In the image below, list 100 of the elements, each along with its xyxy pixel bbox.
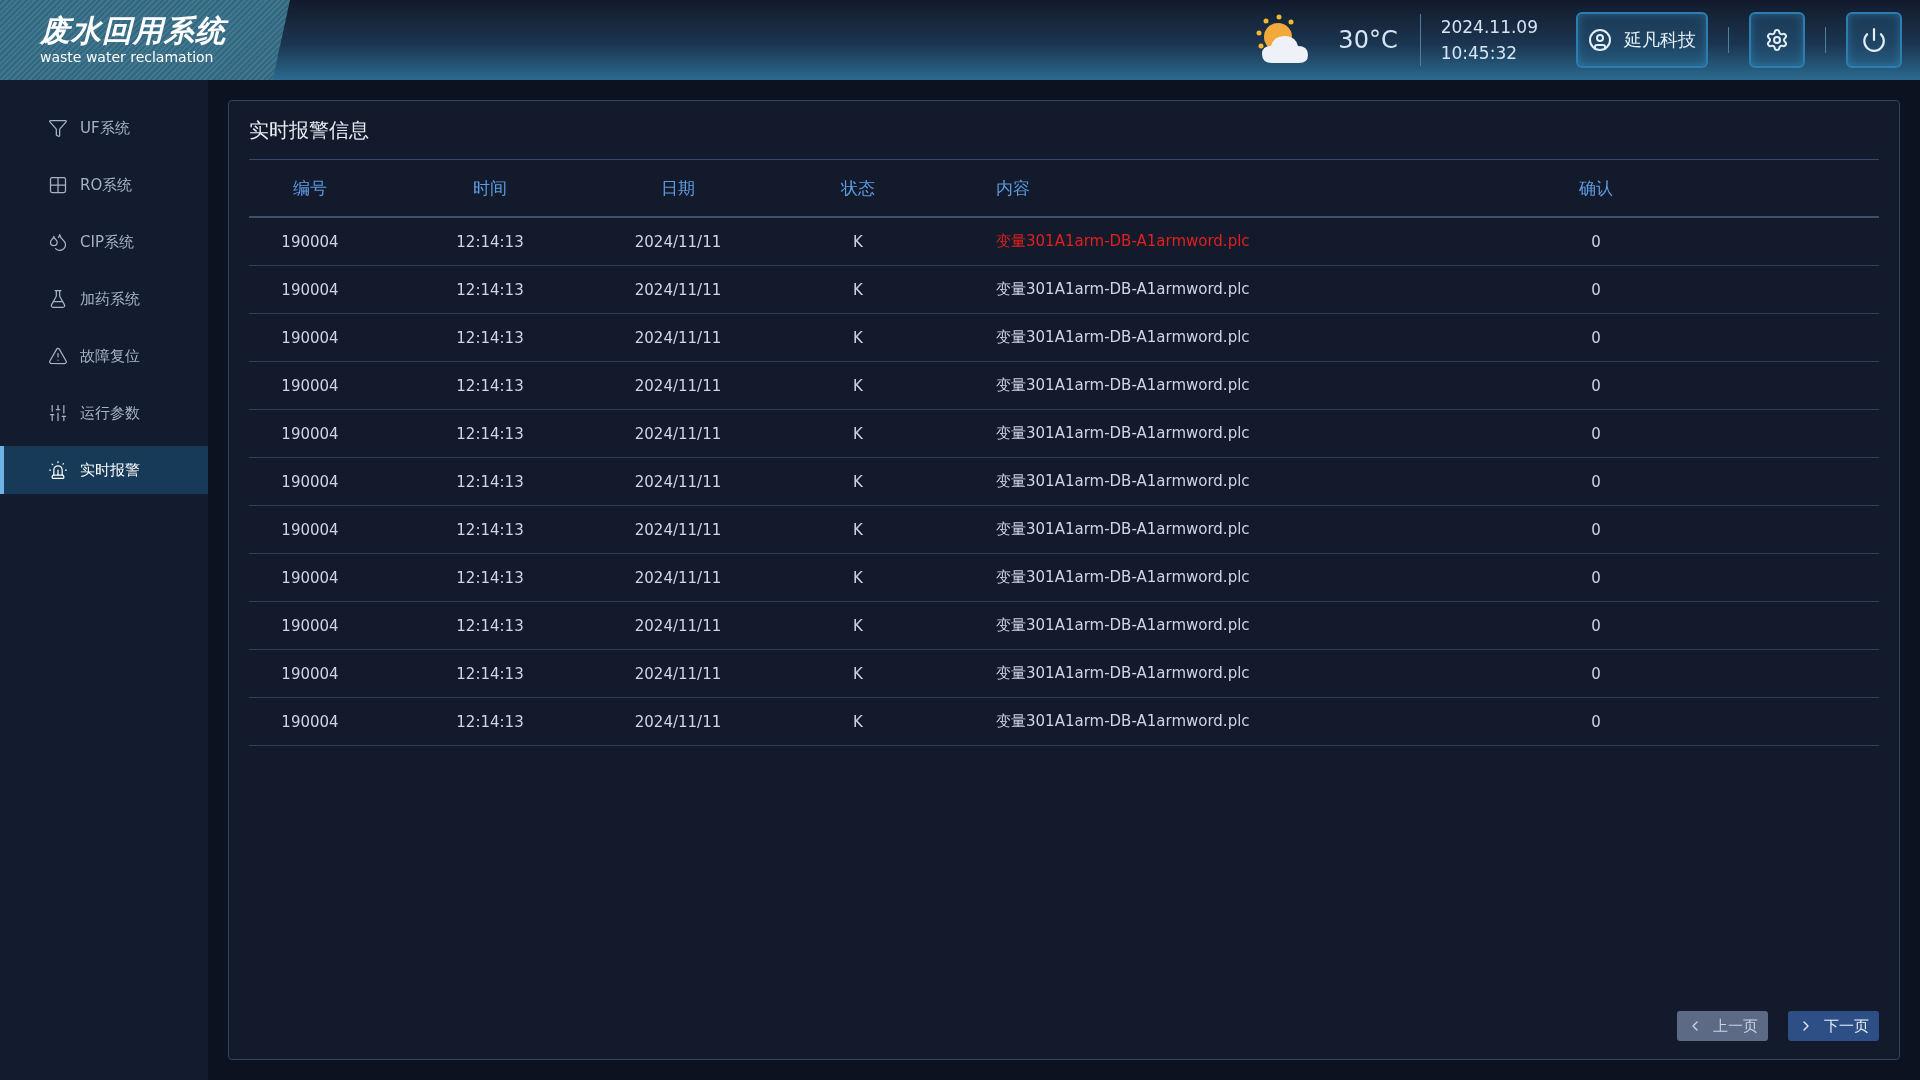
time: 10:45:32 (1440, 43, 1518, 63)
table-cell-text: K (852, 712, 864, 731)
sidebar-label: RO系统 (80, 175, 133, 195)
table-cell-text: 0 (1590, 472, 1602, 491)
sidebar-item[interactable]: CIP系统 (0, 218, 208, 266)
table-cell-text: 2024/11/11 (633, 616, 723, 635)
sidebar-item[interactable]: 故障复位 (0, 332, 208, 380)
sidebar-label: 运行参数 (80, 403, 140, 423)
sidebar-label: UF系统 (80, 118, 130, 138)
table-cell-text: K (852, 568, 864, 587)
sidebar-item[interactable]: 加药系统 (0, 275, 208, 323)
app-title: 废水回用系统 (40, 14, 290, 48)
table-cell-text: 2024/11/11 (633, 712, 723, 731)
table-cell-text: 0 (1590, 232, 1602, 251)
table-cell-text: 0 (1590, 424, 1602, 443)
table-cell-text: 变量301A1arm-DB-A1armword.plc (996, 616, 1251, 635)
siren-icon (48, 460, 68, 480)
table-cell-text: K (852, 280, 864, 299)
sidebar-item[interactable]: 实时报警 (0, 446, 208, 494)
table-cell-text: 0 (1590, 664, 1602, 683)
table-cell-text: 0 (1590, 568, 1602, 587)
table-cell-text: 2024/11/11 (633, 520, 723, 539)
table-cell-text: 0 (1590, 328, 1602, 347)
sidebar-label: 实时报警 (80, 460, 140, 480)
table-cell-text: K (852, 520, 864, 539)
table-cell-text: 12:14:13 (455, 664, 525, 683)
table-cell-text: 190004 (280, 232, 340, 251)
table-cell-text: K (852, 664, 864, 683)
table-cell-text: 190004 (280, 280, 340, 299)
table-cell-text: 12:14:13 (455, 616, 525, 635)
column-header: 日期 (660, 176, 696, 200)
table-cell-text: 12:14:13 (455, 376, 525, 395)
sidebar-item[interactable]: 运行参数 (0, 389, 208, 437)
column-header: 确认 (1578, 176, 1614, 200)
table-cell-text: 190004 (280, 376, 340, 395)
sidebar-label: 加药系统 (80, 289, 140, 309)
column-header: 时间 (472, 176, 508, 200)
table-cell-text: 12:14:13 (455, 328, 525, 347)
app-subtitle: waste water reclamation (40, 48, 215, 66)
table-cell-text: 190004 (280, 472, 340, 491)
user-icon (1588, 28, 1612, 52)
table-cell-text: 变量301A1arm-DB-A1armword.plc (996, 424, 1251, 443)
table-cell-text: 12:14:13 (455, 712, 525, 731)
power-button[interactable] (1846, 12, 1902, 68)
table-cell-text: 2024/11/11 (633, 472, 723, 491)
table-cell-text: 变量301A1arm-DB-A1armword.plc (996, 376, 1251, 395)
sliders-icon (48, 403, 68, 423)
panel-title: 实时报警信息 (249, 101, 1879, 160)
user-button[interactable]: 延凡科技 (1576, 12, 1708, 68)
table-cell-text: 12:14:13 (455, 520, 525, 539)
next-page-button[interactable]: 下一页 (1788, 1011, 1879, 1041)
table-cell-text: 12:14:13 (455, 232, 525, 251)
date: 2024.11.09 (1440, 17, 1538, 37)
table-cell-text: 2024/11/11 (633, 376, 723, 395)
droplets-icon (48, 232, 68, 252)
table-cell-text: 2024/11/11 (633, 424, 723, 443)
table-cell-text: 190004 (280, 712, 340, 731)
warning-icon (48, 346, 68, 366)
table-cell-text: 0 (1590, 616, 1602, 635)
table-cell-text: 变量301A1arm-DB-A1armword.plc (996, 664, 1251, 683)
table-cell-text: 变量301A1arm-DB-A1armword.plc (996, 280, 1251, 299)
column-header: 状态 (840, 176, 876, 200)
table-cell-text: 变量301A1arm-DB-A1armword.plc (996, 328, 1251, 347)
table-cell-text: K (852, 328, 864, 347)
table-cell-text: 12:14:13 (455, 280, 525, 299)
table-cell-text: 12:14:13 (455, 424, 525, 443)
table-cell-text: 190004 (280, 568, 340, 587)
sidebar-label: 故障复位 (80, 346, 140, 366)
table-cell-text: K (852, 376, 864, 395)
table-cell-text: 变量301A1arm-DB-A1armword.plc (996, 568, 1251, 587)
column-header: 编号 (292, 176, 328, 200)
table-cell-text: 190004 (280, 616, 340, 635)
table-cell-text: 190004 (280, 664, 340, 683)
table-cell-text: K (852, 232, 864, 251)
table-cell-text: 变量301A1arm-DB-A1armword.plc (996, 520, 1251, 539)
table-cell-text: 190004 (280, 520, 340, 539)
grid-icon (48, 175, 68, 195)
sidebar-item[interactable]: RO系统 (0, 161, 208, 209)
sidebar-item[interactable]: UF系统 (0, 104, 208, 152)
table-cell-text: 变量301A1arm-DB-A1armword.plc (996, 712, 1251, 731)
column-header: 内容 (996, 176, 1031, 200)
table-cell-text: K (852, 616, 864, 635)
power-icon (1861, 27, 1887, 53)
table-cell-text: 0 (1590, 712, 1602, 731)
table-cell-text: 12:14:13 (455, 568, 525, 587)
settings-icon (1765, 28, 1789, 52)
settings-button[interactable] (1749, 12, 1805, 68)
filter-icon (48, 118, 68, 138)
table-cell-text: 2024/11/11 (633, 328, 723, 347)
table-cell-text: 2024/11/11 (633, 664, 723, 683)
table-cell-text: 190004 (280, 328, 340, 347)
table-cell-text: K (852, 424, 864, 443)
table-cell-text: 190004 (280, 424, 340, 443)
table-cell-text: 0 (1590, 376, 1602, 395)
table-cell-text: K (852, 472, 864, 491)
table-cell-text: 0 (1590, 280, 1602, 299)
table-cell-text: 变量301A1arm-DB-A1armword.plc (996, 232, 1251, 251)
flask-icon (48, 289, 68, 309)
table-cell-text: 2024/11/11 (633, 568, 723, 587)
table-cell-text: 2024/11/11 (633, 280, 723, 299)
